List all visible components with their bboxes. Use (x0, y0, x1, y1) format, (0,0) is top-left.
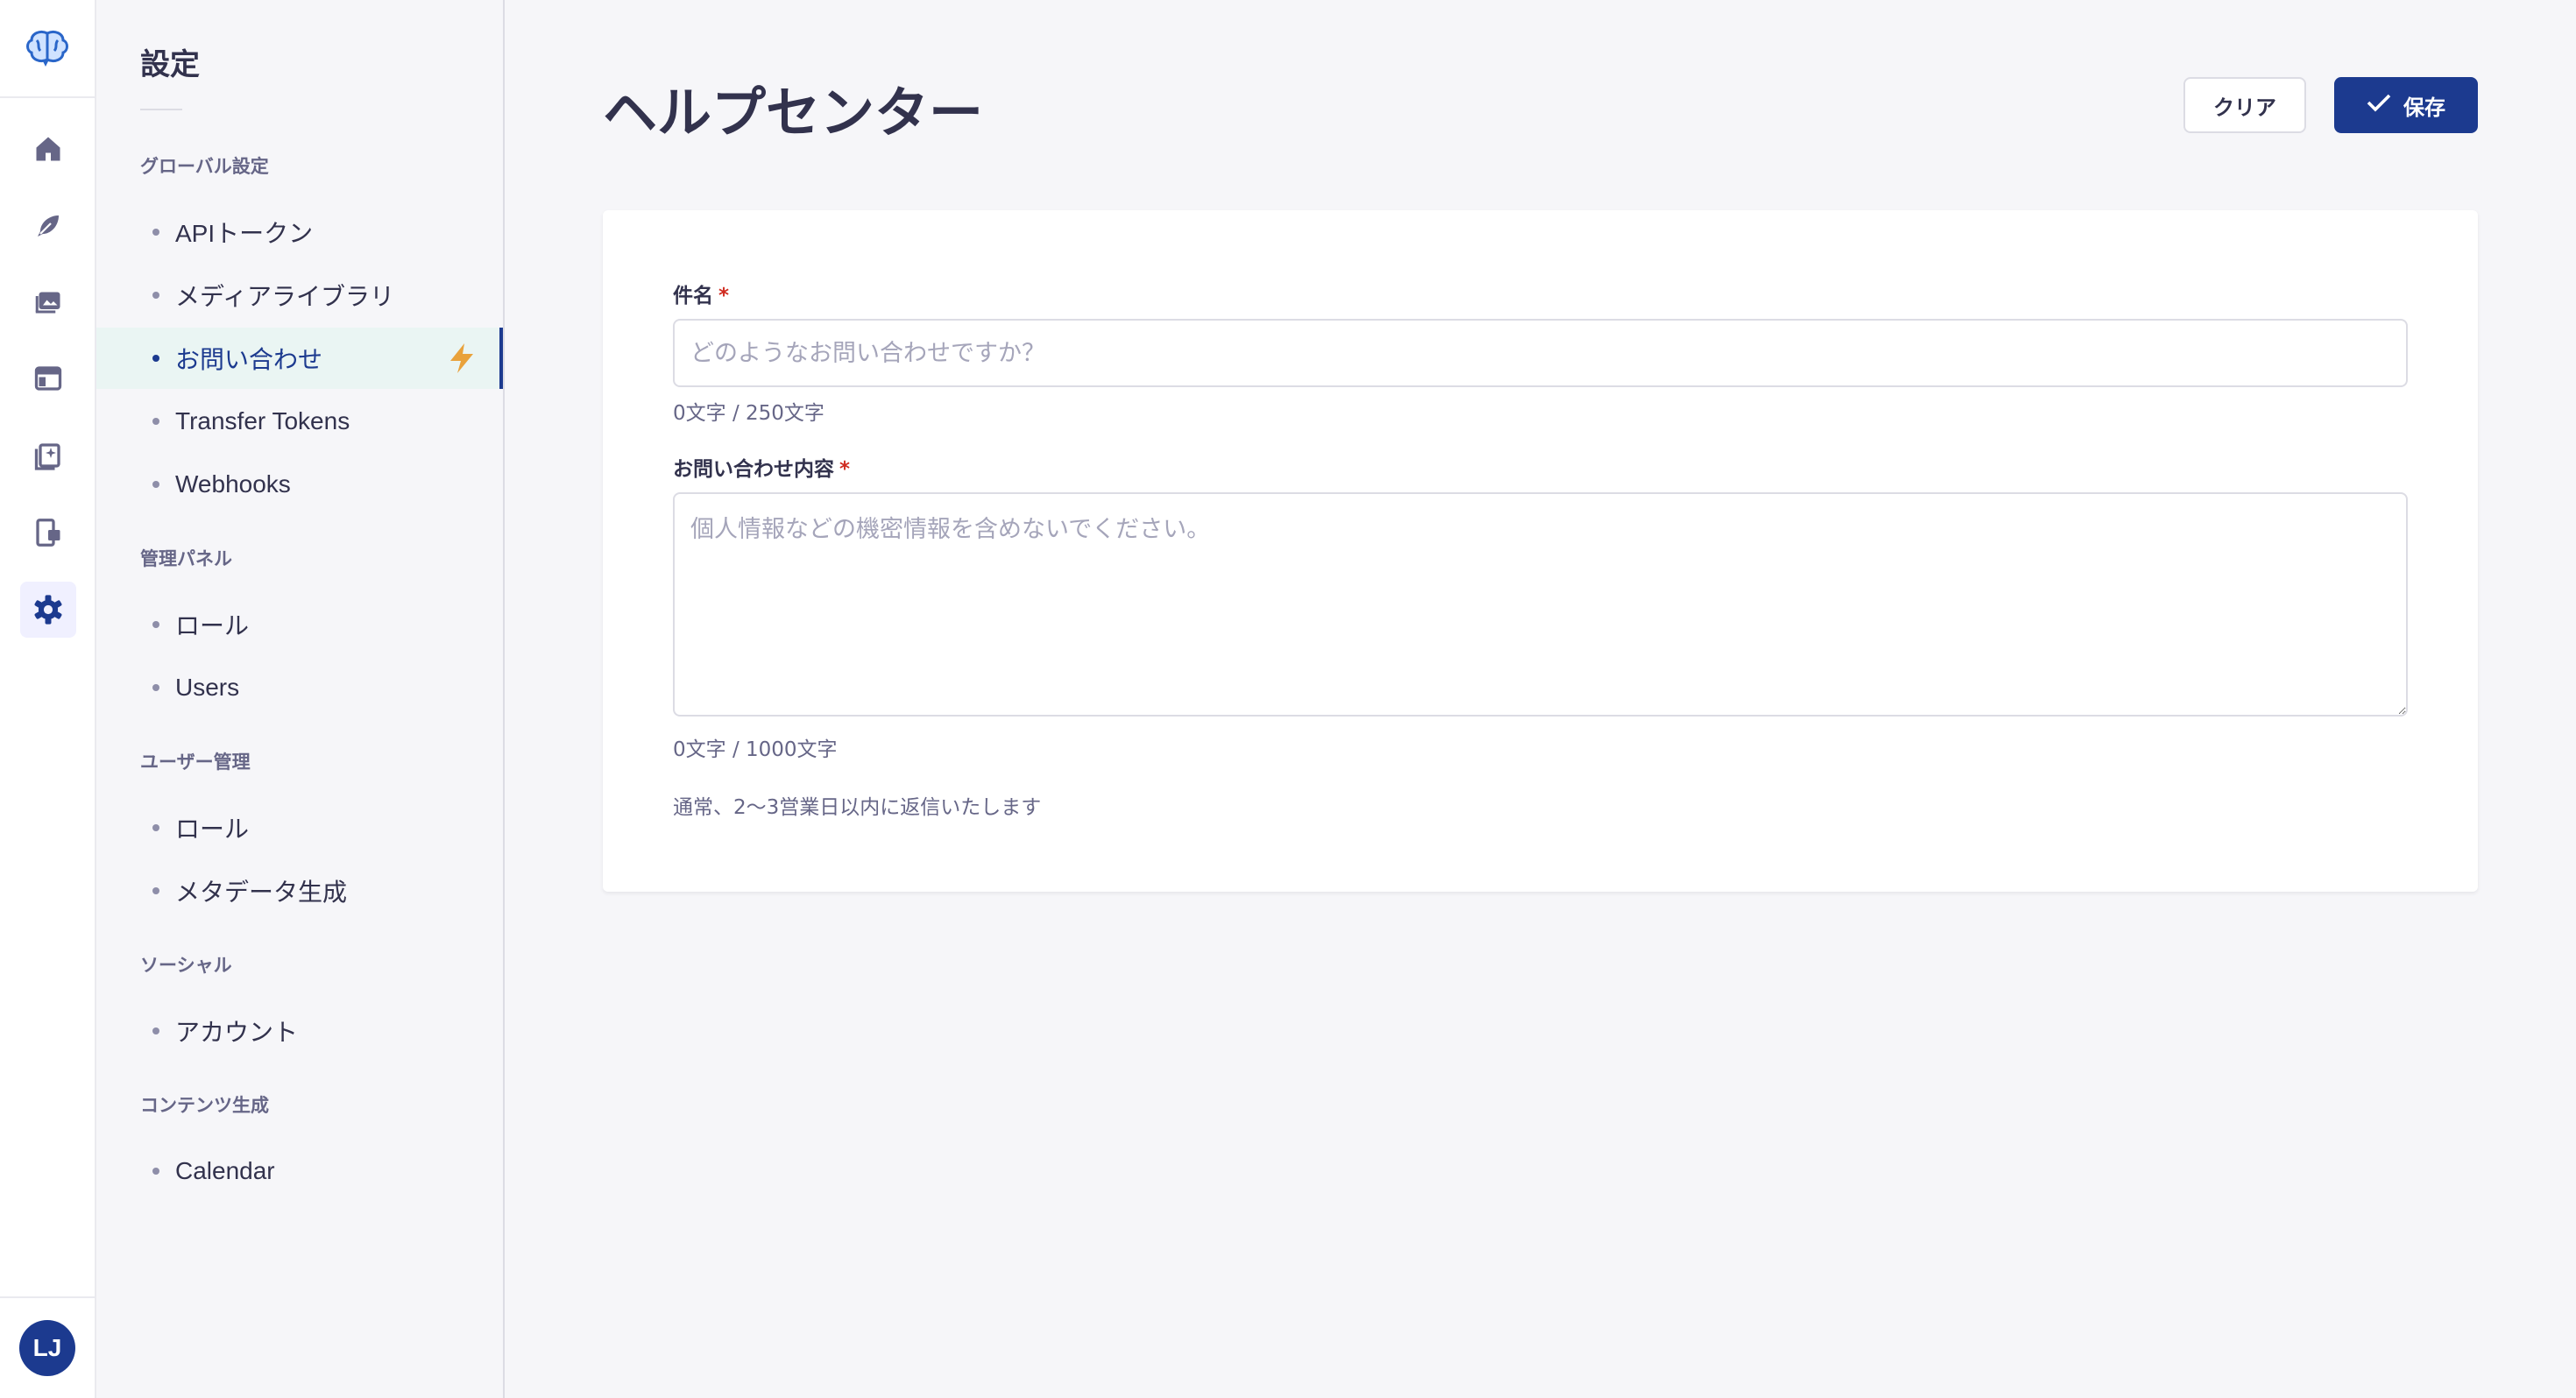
nav-item-users[interactable]: Users (96, 657, 503, 718)
nav-item-label: アカウント (175, 1019, 299, 1046)
bullet-icon (152, 621, 159, 628)
group-label-admin-panel: 管理パネル (140, 548, 232, 569)
bullet-icon (152, 684, 159, 691)
nav-item-label: APIトークン (175, 220, 314, 247)
bullet-icon (152, 481, 159, 488)
gear-icon[interactable] (20, 582, 76, 638)
home-icon[interactable] (20, 121, 76, 177)
avatar[interactable]: LJ (19, 1320, 75, 1376)
subject-input[interactable] (673, 319, 2408, 387)
nav-item-label: Users (175, 674, 240, 701)
layout-icon[interactable] (20, 350, 76, 406)
nav-item-webhooks[interactable]: Webhooks (96, 454, 503, 515)
nav-item-calendar[interactable]: Calendar (96, 1140, 503, 1202)
nav-item-roles-users[interactable]: ロール (96, 797, 503, 858)
feather-icon[interactable] (20, 198, 76, 254)
nav-item-label: ロール (175, 612, 250, 639)
subnav-divider (140, 109, 182, 110)
bullet-icon (152, 292, 159, 299)
nav-item-metadata-generation[interactable]: メタデータ生成 (96, 860, 503, 921)
nav-item-label: ロール (175, 816, 250, 843)
subnav-title: 設定 (140, 47, 200, 82)
required-mark: * (839, 458, 851, 481)
subject-label: 件名 * (673, 285, 730, 307)
group-label-global: グローバル設定 (140, 156, 269, 177)
nav-item-contact[interactable]: お問い合わせ (96, 328, 503, 389)
nav-item-roles-admin[interactable]: ロール (96, 594, 503, 655)
bullet-icon (152, 229, 159, 236)
devices-icon[interactable] (20, 505, 76, 561)
settings-subnav: 設定 グローバル設定 APIトークン メディアライブラリ お問い合わせ Tran… (96, 0, 505, 1398)
message-char-counter: 0文字 / 1000文字 (673, 738, 838, 761)
bullet-icon (152, 355, 159, 362)
nav-item-label: Calendar (175, 1157, 275, 1184)
bullet-icon (152, 887, 159, 894)
bullet-icon (152, 418, 159, 425)
page-title: ヘルプセンター (603, 81, 984, 145)
save-button[interactable]: 保存 (2334, 77, 2478, 133)
nav-item-api-tokens[interactable]: APIトークン (96, 201, 503, 263)
brain-logo-icon[interactable] (0, 0, 95, 98)
response-time-hint: 通常、2〜3営業日以内に返信いたします (673, 796, 1042, 819)
nav-item-label: メディアライブラリ (175, 283, 395, 310)
subject-char-counter: 0文字 / 250文字 (673, 402, 824, 425)
save-button-label: 保存 (2403, 95, 2445, 120)
nav-item-label: Webhooks (175, 470, 291, 498)
nav-item-account[interactable]: アカウント (96, 1000, 503, 1062)
group-label-social: ソーシャル (140, 955, 232, 976)
nav-item-transfer-tokens[interactable]: Transfer Tokens (96, 391, 503, 452)
main-nav-rail: LJ (0, 0, 96, 1398)
bullet-icon (152, 824, 159, 831)
lightning-icon (450, 343, 473, 379)
help-form-card: 件名* 0文字 / 250文字 お問い合わせ内容* 0文字 / 1000文字 通… (603, 210, 2478, 892)
nav-item-media-library[interactable]: メディアライブラリ (96, 265, 503, 326)
check-icon (2367, 93, 2391, 118)
clear-button[interactable]: クリア (2183, 77, 2306, 133)
nav-item-label: Transfer Tokens (175, 407, 350, 434)
nav-item-label: メタデータ生成 (175, 879, 348, 906)
bullet-icon (152, 1027, 159, 1034)
nav-item-label: お問い合わせ (175, 346, 323, 373)
content-ai-icon[interactable] (20, 427, 76, 484)
message-label: お問い合わせ内容 * (673, 458, 851, 481)
clear-button-label: クリア (2213, 95, 2276, 120)
group-label-content-generation: コンテンツ生成 (140, 1095, 269, 1116)
media-icon[interactable] (20, 273, 76, 329)
bullet-icon (152, 1168, 159, 1175)
required-mark: * (718, 285, 730, 307)
message-textarea[interactable] (673, 492, 2408, 717)
group-label-user-management: ユーザー管理 (140, 752, 251, 773)
user-menu: LJ (0, 1296, 95, 1398)
